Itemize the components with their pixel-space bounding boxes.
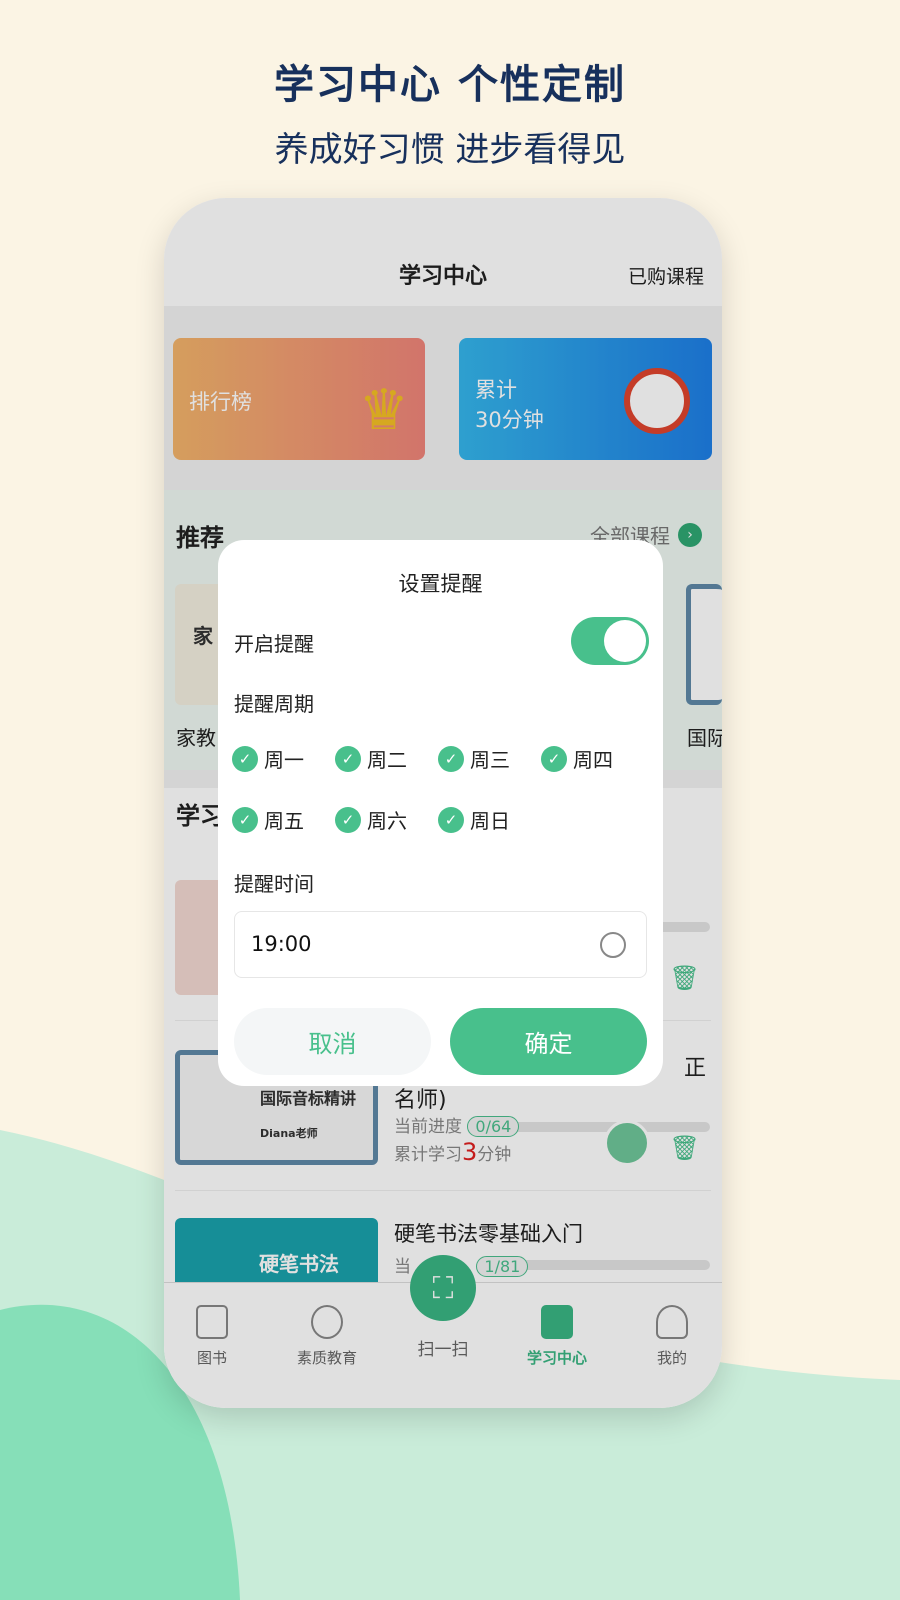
clock-icon[interactable]: [600, 932, 626, 958]
day-thu[interactable]: ✓ 周四: [541, 744, 644, 773]
confirm-button[interactable]: 确定: [450, 1008, 647, 1075]
time-input[interactable]: 19:00: [234, 911, 647, 978]
time-value: 19:00: [251, 932, 312, 956]
time-label: 提醒时间: [234, 872, 314, 896]
period-label: 提醒周期: [234, 692, 314, 716]
promo-headline: 学习中心 个性定制: [274, 62, 626, 108]
day-label: 周日: [470, 809, 510, 833]
cancel-button[interactable]: 取消: [234, 1008, 431, 1075]
check-icon: ✓: [232, 745, 258, 772]
day-fri[interactable]: ✓ 周五: [232, 805, 335, 834]
enable-reminder-toggle[interactable]: [571, 617, 649, 665]
day-mon[interactable]: ✓ 周一: [232, 744, 335, 773]
check-icon: ✓: [232, 806, 258, 833]
check-icon: ✓: [438, 745, 464, 772]
day-wed[interactable]: ✓ 周三: [438, 744, 541, 773]
day-selector: ✓ 周一 ✓ 周二 ✓ 周三 ✓ 周四 ✓ 周五 ✓ 周六 ✓ 周日: [232, 744, 647, 834]
check-icon: ✓: [335, 806, 361, 833]
enable-reminder-label: 开启提醒: [234, 632, 314, 656]
day-label: 周一: [264, 748, 304, 772]
reminder-dialog: 设置提醒 开启提醒 提醒周期 ✓ 周一 ✓ 周二 ✓ 周三 ✓ 周四 ✓ 周五 ✓ 周六 ✓…: [218, 540, 663, 1086]
day-label: 周四: [573, 748, 613, 772]
day-sat[interactable]: ✓ 周六: [335, 805, 438, 834]
dialog-title: 设置提醒: [398, 572, 483, 596]
toggle-knob: [604, 620, 646, 662]
day-label: 周二: [367, 748, 407, 772]
promo-subline: 养成好习惯 进步看得见: [274, 130, 626, 170]
check-icon: ✓: [541, 745, 567, 772]
day-label: 周三: [470, 748, 510, 772]
day-tue[interactable]: ✓ 周二: [335, 744, 438, 773]
check-icon: ✓: [335, 745, 361, 772]
day-label: 周六: [367, 809, 407, 833]
check-icon: ✓: [438, 806, 464, 833]
day-label: 周五: [264, 809, 304, 833]
day-sun[interactable]: ✓ 周日: [438, 805, 541, 834]
